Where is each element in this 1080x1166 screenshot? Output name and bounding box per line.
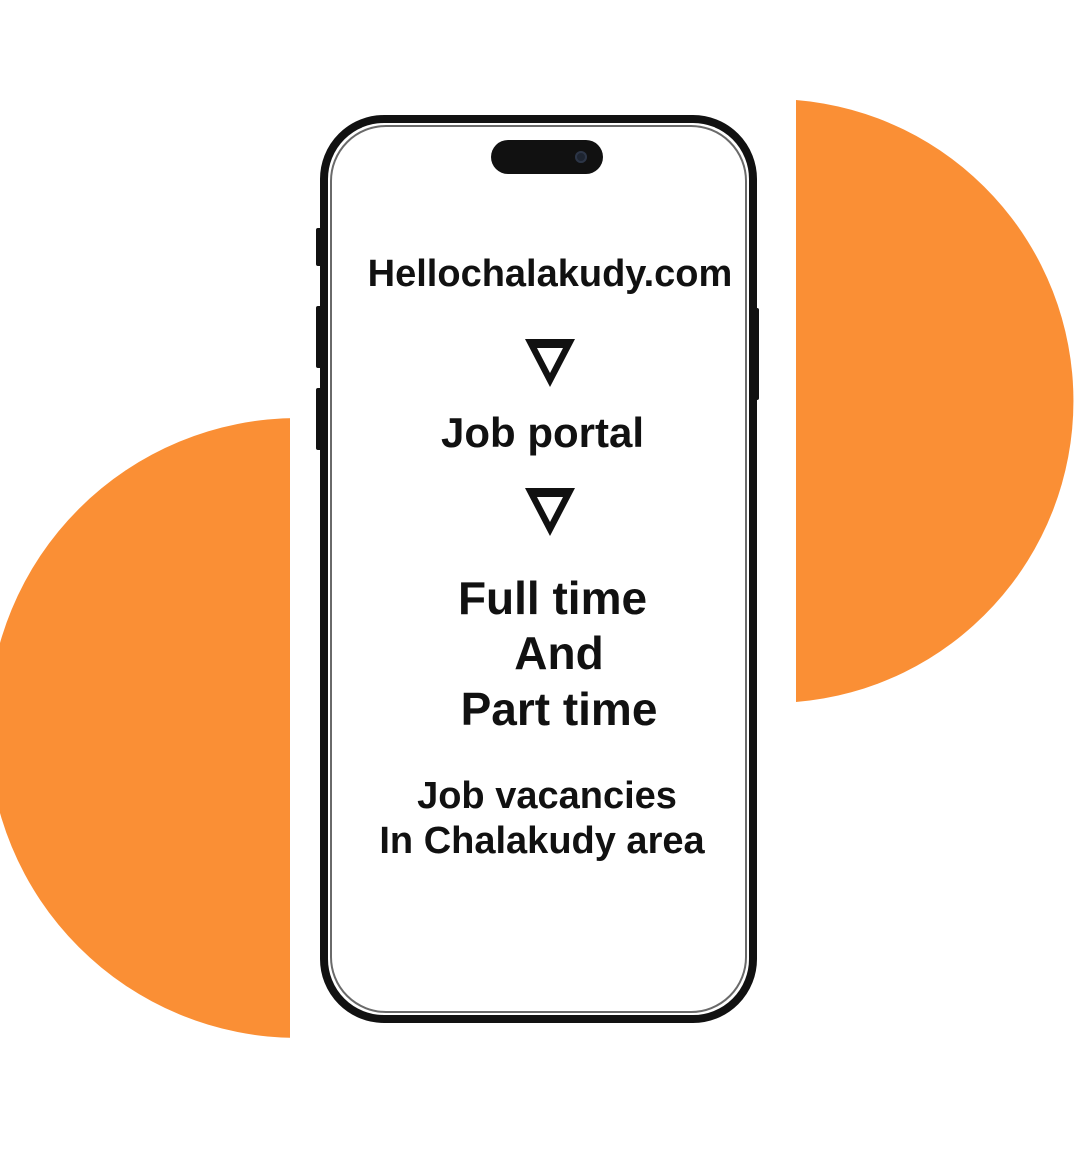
poster-canvas: Hellochalakudy.com Job portal Full time …	[0, 0, 1080, 1166]
right-orange-half-circle	[796, 100, 1074, 702]
front-camera-icon	[575, 151, 587, 163]
down-triangle-icon	[525, 488, 575, 536]
site-name: Hellochalakudy.com	[367, 253, 733, 295]
dynamic-island	[491, 140, 603, 174]
part-time-label: Part time	[460, 683, 658, 735]
down-triangle-icon	[525, 339, 575, 387]
job-portal-label: Job portal	[440, 409, 644, 456]
vacancies-line-2: In Chalakudy area	[379, 820, 705, 862]
full-time-label: Full time	[457, 572, 648, 624]
and-label: And	[514, 627, 604, 679]
vacancies-line-1: Job vacancies	[417, 775, 677, 817]
left-orange-half-circle	[0, 418, 298, 1038]
phone-frame	[320, 115, 757, 1023]
